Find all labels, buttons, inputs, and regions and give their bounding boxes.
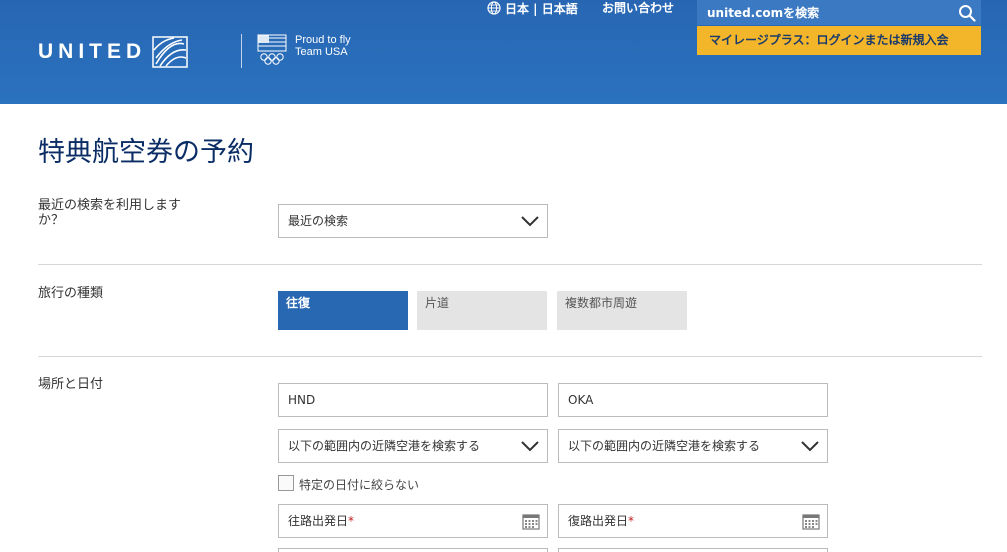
search-button[interactable]: [953, 0, 981, 25]
site-search-input[interactable]: [707, 5, 953, 20]
recent-search-select[interactable]: 最近の検索: [278, 204, 548, 238]
recent-search-value: 最近の検索: [288, 214, 349, 228]
trip-type-roundtrip[interactable]: 往復: [278, 291, 408, 330]
required-mark: *: [348, 514, 355, 528]
team-usa-text: Proud to fly Team USA: [295, 34, 351, 58]
section-divider: [38, 356, 982, 357]
depart-date-field[interactable]: 往路出発日*: [278, 504, 548, 538]
destination-nearby-select[interactable]: 以下の範囲内の近隣空港を検索する: [558, 429, 828, 463]
destination-input[interactable]: [558, 383, 828, 417]
destination-nearby-value: 以下の範囲内の近隣空港を検索する: [568, 439, 761, 453]
chevron-down-icon: [521, 441, 539, 452]
header-divider: [241, 34, 242, 68]
next-field-partial[interactable]: [558, 548, 828, 552]
site-header: UNITED Proud to fly Team USA 日本 | 日本語 お問…: [0, 0, 1007, 104]
trip-type-multicity[interactable]: 複数都市周遊: [557, 291, 687, 330]
chevron-down-icon: [521, 216, 539, 227]
search-icon: [959, 4, 976, 22]
united-logo[interactable]: UNITED: [38, 36, 188, 68]
required-mark: *: [628, 514, 635, 528]
location-date-label: 場所と日付: [38, 377, 104, 392]
mileageplus-login-link[interactable]: マイレージプラス：ログインまたは新規入会: [697, 26, 981, 55]
team-usa-line1: Proud to fly: [295, 34, 351, 46]
brand-wordmark: UNITED: [38, 40, 147, 63]
trip-type-oneway[interactable]: 片道: [417, 291, 547, 330]
origin-nearby-value: 以下の範囲内の近隣空港を検索する: [288, 439, 481, 453]
contact-link[interactable]: お問い合わせ: [602, 0, 674, 16]
page-title: 特典航空券の予約: [38, 137, 254, 168]
origin-nearby-select[interactable]: 以下の範囲内の近隣空港を検索する: [278, 429, 548, 463]
next-field-partial[interactable]: [278, 548, 548, 552]
team-usa-flag-icon: [257, 34, 287, 65]
chevron-down-icon: [801, 441, 819, 452]
trip-type-label: 旅行の種類: [38, 286, 104, 301]
language-selector[interactable]: 日本 | 日本語: [487, 0, 578, 16]
return-date-field[interactable]: 復路出発日*: [558, 504, 828, 538]
flexible-dates-label: 特定の日付に絞らない: [299, 478, 420, 492]
flexible-dates-checkbox[interactable]: [278, 475, 294, 491]
depart-date-label: 往路出発日: [288, 514, 349, 528]
section-divider: [38, 264, 982, 265]
language-label: 日本 | 日本語: [505, 1, 578, 16]
team-usa-line2: Team USA: [295, 46, 348, 58]
recent-search-label: 最近の検索を利用しますか？: [38, 198, 182, 228]
site-search: [697, 0, 981, 25]
team-usa-badge[interactable]: Proud to fly Team USA: [257, 34, 351, 66]
calendar-icon[interactable]: [802, 512, 820, 530]
globe-icon: [487, 1, 501, 15]
origin-input[interactable]: [278, 383, 548, 417]
return-date-label: 復路出発日: [568, 514, 629, 528]
calendar-icon[interactable]: [522, 512, 540, 530]
globe-logo-icon: [152, 36, 188, 68]
